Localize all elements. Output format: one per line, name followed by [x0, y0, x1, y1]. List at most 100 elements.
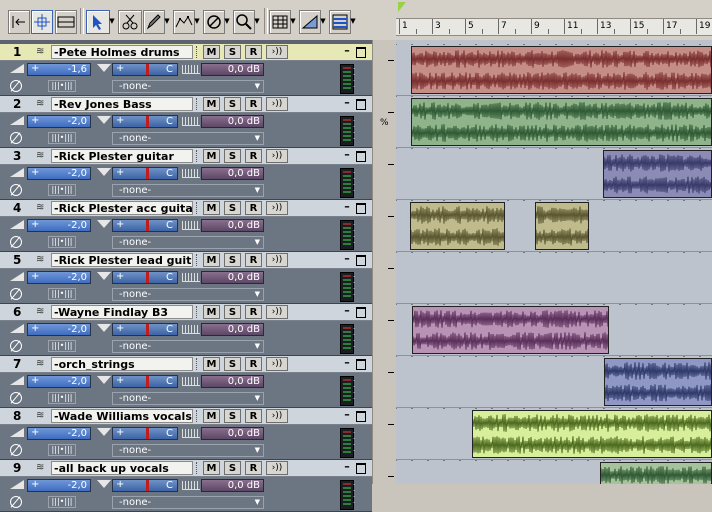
interleave-button[interactable]: |||•|||: [48, 184, 76, 196]
ruler-strip[interactable]: 1 3 5 7 9 11 13 15 17 19: [396, 18, 712, 36]
track-6[interactable]: 6 ≋ -Wayne Findlay B3 M S R ›)) – + -2,0…: [0, 304, 372, 356]
chevron-down-icon[interactable]: ▼: [163, 10, 171, 32]
track-name-field[interactable]: -Rick Plester guitar: [51, 149, 193, 163]
track-lane-7[interactable]: [396, 356, 712, 408]
phase-invert-icon[interactable]: [10, 340, 22, 352]
phase-invert-icon[interactable]: [10, 496, 22, 508]
maximize-track-button[interactable]: [356, 47, 366, 58]
volume-slider[interactable]: + -2,0: [27, 323, 91, 336]
pane-splitter[interactable]: %: [372, 40, 397, 484]
track-header-row[interactable]: 5 ≋ -Rick Plester lead guitar M S R ›)) …: [0, 252, 372, 269]
trim-slider[interactable]: 0,0 dB: [201, 167, 264, 180]
track-name-field[interactable]: -all back up vocals: [51, 461, 193, 475]
output-select[interactable]: -none- ▼: [112, 340, 264, 353]
draw-tool-button[interactable]: [143, 10, 165, 34]
mute-button[interactable]: M: [203, 97, 220, 111]
track-4[interactable]: 4 ≋ -Rick Plester acc guitar M S R ›)) –…: [0, 200, 372, 252]
grid-tool-button[interactable]: [269, 10, 291, 34]
maximize-track-button[interactable]: [356, 99, 366, 110]
record-arm-button[interactable]: R: [245, 357, 262, 371]
interleave-button[interactable]: |||•|||: [48, 496, 76, 508]
input-echo-button[interactable]: ›)): [266, 461, 288, 475]
interleave-button[interactable]: |||•|||: [48, 444, 76, 456]
maximize-track-button[interactable]: [356, 151, 366, 162]
minimize-track-button[interactable]: –: [342, 461, 352, 474]
mute-button[interactable]: M: [203, 305, 220, 319]
volume-slider[interactable]: + -1,6: [27, 63, 91, 76]
track-lane-3[interactable]: [396, 148, 712, 200]
start-marker-icon[interactable]: [398, 2, 406, 12]
grip-handle[interactable]: [196, 254, 201, 266]
interleave-button[interactable]: |||•|||: [48, 392, 76, 404]
maximize-track-button[interactable]: [356, 307, 366, 318]
track-header-row[interactable]: 6 ≋ -Wayne Findlay B3 M S R ›)) –: [0, 304, 372, 321]
track-lane-2[interactable]: [396, 96, 712, 148]
track-9[interactable]: 9 ≋ -all back up vocals M S R ›)) – + -2…: [0, 460, 372, 512]
input-echo-button[interactable]: ›)): [266, 409, 288, 423]
chevron-down-icon[interactable]: ▼: [319, 10, 327, 32]
phase-invert-icon[interactable]: [10, 132, 22, 144]
envelope-tool-button[interactable]: [173, 10, 195, 34]
output-select[interactable]: -none- ▼: [112, 496, 264, 509]
solo-button[interactable]: S: [224, 357, 241, 371]
track-view-tool-button[interactable]: [329, 10, 351, 34]
output-select[interactable]: -none- ▼: [112, 444, 264, 457]
mute-button[interactable]: M: [203, 149, 220, 163]
input-echo-button[interactable]: ›)): [266, 253, 288, 267]
solo-button[interactable]: S: [224, 253, 241, 267]
track-name-field[interactable]: -Rick Plester acc guitar: [51, 201, 193, 215]
trim-slider[interactable]: 0,0 dB: [201, 375, 264, 388]
chevron-down-icon[interactable]: ▼: [289, 10, 297, 32]
record-arm-button[interactable]: R: [245, 409, 262, 423]
track-lane-1[interactable]: [396, 44, 712, 96]
grip-handle[interactable]: [196, 306, 201, 318]
maximize-track-button[interactable]: [356, 463, 366, 474]
grip-handle[interactable]: [196, 410, 201, 422]
track-header-row[interactable]: 7 ≋ -orch_strings M S R ›)) –: [0, 356, 372, 373]
audio-clip[interactable]: [410, 202, 505, 250]
pan-slider[interactable]: + C: [112, 479, 178, 492]
interleave-button[interactable]: |||•|||: [48, 236, 76, 248]
volume-slider[interactable]: + -2,0: [27, 375, 91, 388]
phase-invert-icon[interactable]: [10, 80, 22, 92]
track-8[interactable]: 8 ≋ -Wade Williams vocals M S R ›)) – + …: [0, 408, 372, 460]
record-arm-button[interactable]: R: [245, 461, 262, 475]
track-header-row[interactable]: 4 ≋ -Rick Plester acc guitar M S R ›)) –: [0, 200, 372, 217]
track-header-row[interactable]: 8 ≋ -Wade Williams vocals M S R ›)) –: [0, 408, 372, 425]
output-select[interactable]: -none- ▼: [112, 132, 264, 145]
solo-button[interactable]: S: [224, 305, 241, 319]
mute-button[interactable]: M: [203, 201, 220, 215]
volume-slider[interactable]: + -2,0: [27, 167, 91, 180]
pan-slider[interactable]: + C: [112, 219, 178, 232]
grip-handle[interactable]: [196, 46, 201, 58]
interleave-button[interactable]: |||•|||: [48, 340, 76, 352]
mute-tool-button[interactable]: [203, 10, 225, 34]
grip-handle[interactable]: [196, 98, 201, 110]
move-tool-button[interactable]: [31, 10, 53, 34]
pan-slider[interactable]: + C: [112, 323, 178, 336]
input-echo-button[interactable]: ›)): [266, 201, 288, 215]
minimize-track-button[interactable]: –: [342, 357, 352, 370]
track-header-row[interactable]: 3 ≋ -Rick Plester guitar M S R ›)) –: [0, 148, 372, 165]
input-echo-button[interactable]: ›)): [266, 305, 288, 319]
interleave-button[interactable]: |||•|||: [48, 132, 76, 144]
record-arm-button[interactable]: R: [245, 149, 262, 163]
select-region-button[interactable]: [55, 10, 77, 34]
mute-button[interactable]: M: [203, 357, 220, 371]
track-lane-8[interactable]: [396, 408, 712, 460]
track-2[interactable]: 2 ≋ -Rev Jones Bass M S R ›)) – + -2,0 +…: [0, 96, 372, 148]
timeline-ruler[interactable]: 1 3 5 7 9 11 13 15 17 19: [396, 0, 712, 40]
record-arm-button[interactable]: R: [245, 305, 262, 319]
record-arm-button[interactable]: R: [245, 201, 262, 215]
track-lane-4[interactable]: [396, 200, 712, 252]
audio-clip[interactable]: [604, 358, 712, 406]
pointer-tool-button[interactable]: [86, 10, 110, 34]
track-name-field[interactable]: -Pete Holmes drums: [51, 45, 193, 59]
volume-slider[interactable]: + -2,0: [27, 271, 91, 284]
phase-invert-icon[interactable]: [10, 236, 22, 248]
track-header-row[interactable]: 9 ≋ -all back up vocals M S R ›)) –: [0, 460, 372, 477]
clips-pane[interactable]: [396, 40, 712, 484]
grip-handle[interactable]: [196, 462, 201, 474]
solo-button[interactable]: S: [224, 45, 241, 59]
track-lane-5[interactable]: [396, 252, 712, 304]
